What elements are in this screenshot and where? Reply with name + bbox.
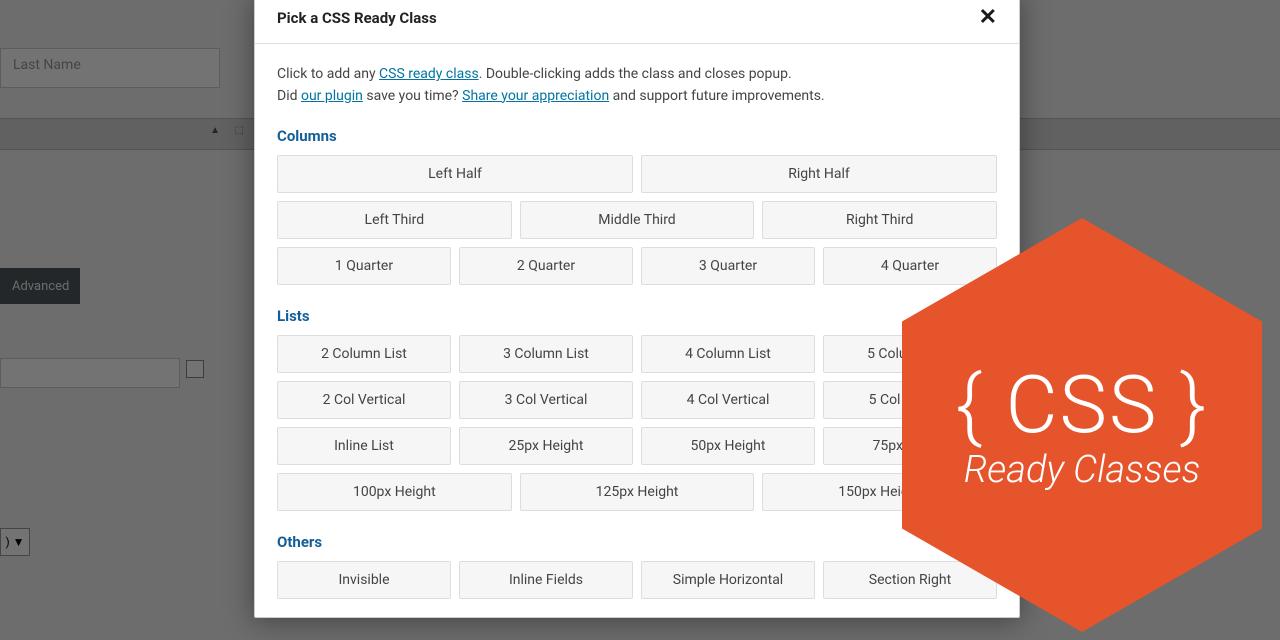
close-icon[interactable]: ✕ [979,7,997,29]
left-third-button[interactable]: Left Third [277,201,512,239]
two-col-vertical-button[interactable]: 2 Col Vertical [277,381,451,419]
right-half-button[interactable]: Right Half [641,155,997,193]
columns-section-title: Columns [277,127,997,145]
right-third-button[interactable]: Right Third [762,201,997,239]
lists-section-title: Lists [277,307,997,325]
twentyfive-px-height-button[interactable]: 25px Height [459,427,633,465]
middle-third-button[interactable]: Middle Third [520,201,755,239]
two-quarter-button[interactable]: 2 Quarter [459,247,633,285]
left-half-button[interactable]: Left Half [277,155,633,193]
our-plugin-link[interactable]: our plugin [301,88,363,104]
four-column-list-button[interactable]: 4 Column List [641,335,815,373]
css-ready-class-link[interactable]: CSS ready class [379,66,479,82]
two-column-list-button[interactable]: 2 Column List [277,335,451,373]
inline-fields-button[interactable]: Inline Fields [459,561,633,599]
others-section-title: Others [277,533,997,551]
three-column-list-button[interactable]: 3 Column List [459,335,633,373]
modal-title: Pick a CSS Ready Class [277,9,437,27]
four-col-vertical-button[interactable]: 4 Col Vertical [641,381,815,419]
invisible-button[interactable]: Invisible [277,561,451,599]
fifty-px-height-button[interactable]: 50px Height [641,427,815,465]
inline-list-button[interactable]: Inline List [277,427,451,465]
hundred-px-height-button[interactable]: 100px Height [277,473,512,511]
share-appreciation-link[interactable]: Share your appreciation [462,88,609,104]
125px-height-button[interactable]: 125px Height [520,473,755,511]
badge-subtitle: Ready Classes [964,448,1201,492]
three-quarter-button[interactable]: 3 Quarter [641,247,815,285]
badge-title: { CSS } [956,358,1209,452]
three-col-vertical-button[interactable]: 3 Col Vertical [459,381,633,419]
four-quarter-button[interactable]: 4 Quarter [823,247,997,285]
one-quarter-button[interactable]: 1 Quarter [277,247,451,285]
simple-horizontal-button[interactable]: Simple Horizontal [641,561,815,599]
modal-intro: Click to add any CSS ready class. Double… [277,64,997,107]
